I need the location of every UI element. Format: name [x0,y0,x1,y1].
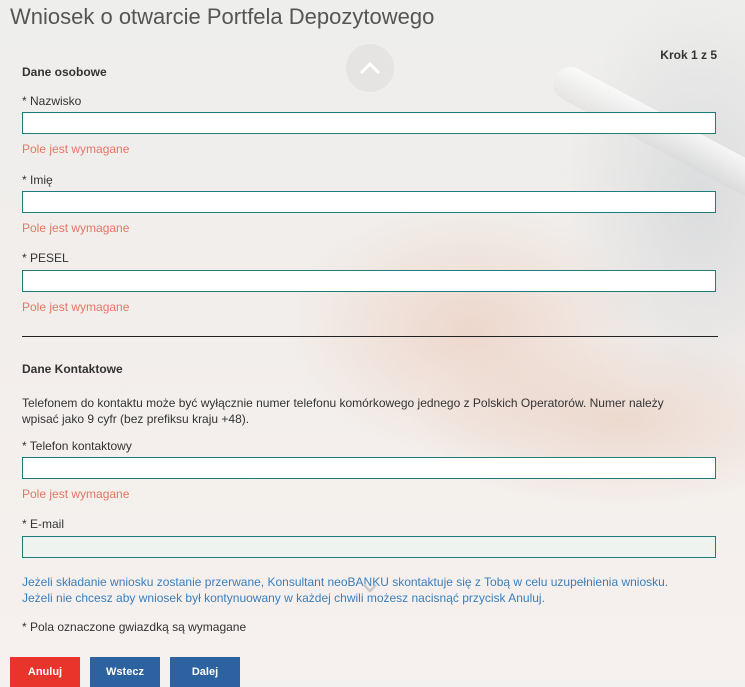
pesel-field[interactable] [22,270,716,292]
step-indicator: Krok 1 z 5 [660,48,717,62]
chevron-down-icon[interactable] [362,583,378,593]
surname-error: Pole jest wymagane [22,142,130,156]
chevron-up-icon [359,61,381,75]
surname-label: * Nazwisko [22,94,82,108]
phone-info-text: Telefonem do kontaktu może być wyłącznie… [22,395,722,427]
scroll-up-button[interactable] [346,44,394,92]
section-personal-heading: Dane osobowe [22,65,107,79]
required-fields-note: * Pola oznaczone gwiazdką są wymagane [22,620,247,634]
surname-field[interactable] [22,112,716,134]
first-name-error: Pole jest wymagane [22,221,130,235]
first-name-label: * Imię [22,173,53,187]
section-divider [22,336,718,337]
phone-label: * Telefon kontaktowy [22,439,132,453]
first-name-field[interactable] [22,191,716,213]
pesel-label: * PESEL [22,251,69,265]
pesel-error: Pole jest wymagane [22,300,130,314]
cancel-button[interactable]: Anuluj [10,657,80,687]
phone-info-line-2: wpisać jako 9 cyfr (bez prefiksu kraju +… [22,412,250,426]
phone-error: Pole jest wymagane [22,487,130,501]
page-title: Wniosek o otwarcie Portfela Depozytowego [10,4,435,29]
email-field[interactable] [22,536,716,558]
section-contact-heading: Dane Kontaktowe [22,362,123,376]
email-label: * E-mail [22,517,65,531]
back-button[interactable]: Wstecz [90,657,160,687]
phone-field[interactable] [22,457,716,479]
phone-info-line-1: Telefonem do kontaktu może być wyłącznie… [22,396,664,410]
next-button[interactable]: Dalej [170,657,240,687]
